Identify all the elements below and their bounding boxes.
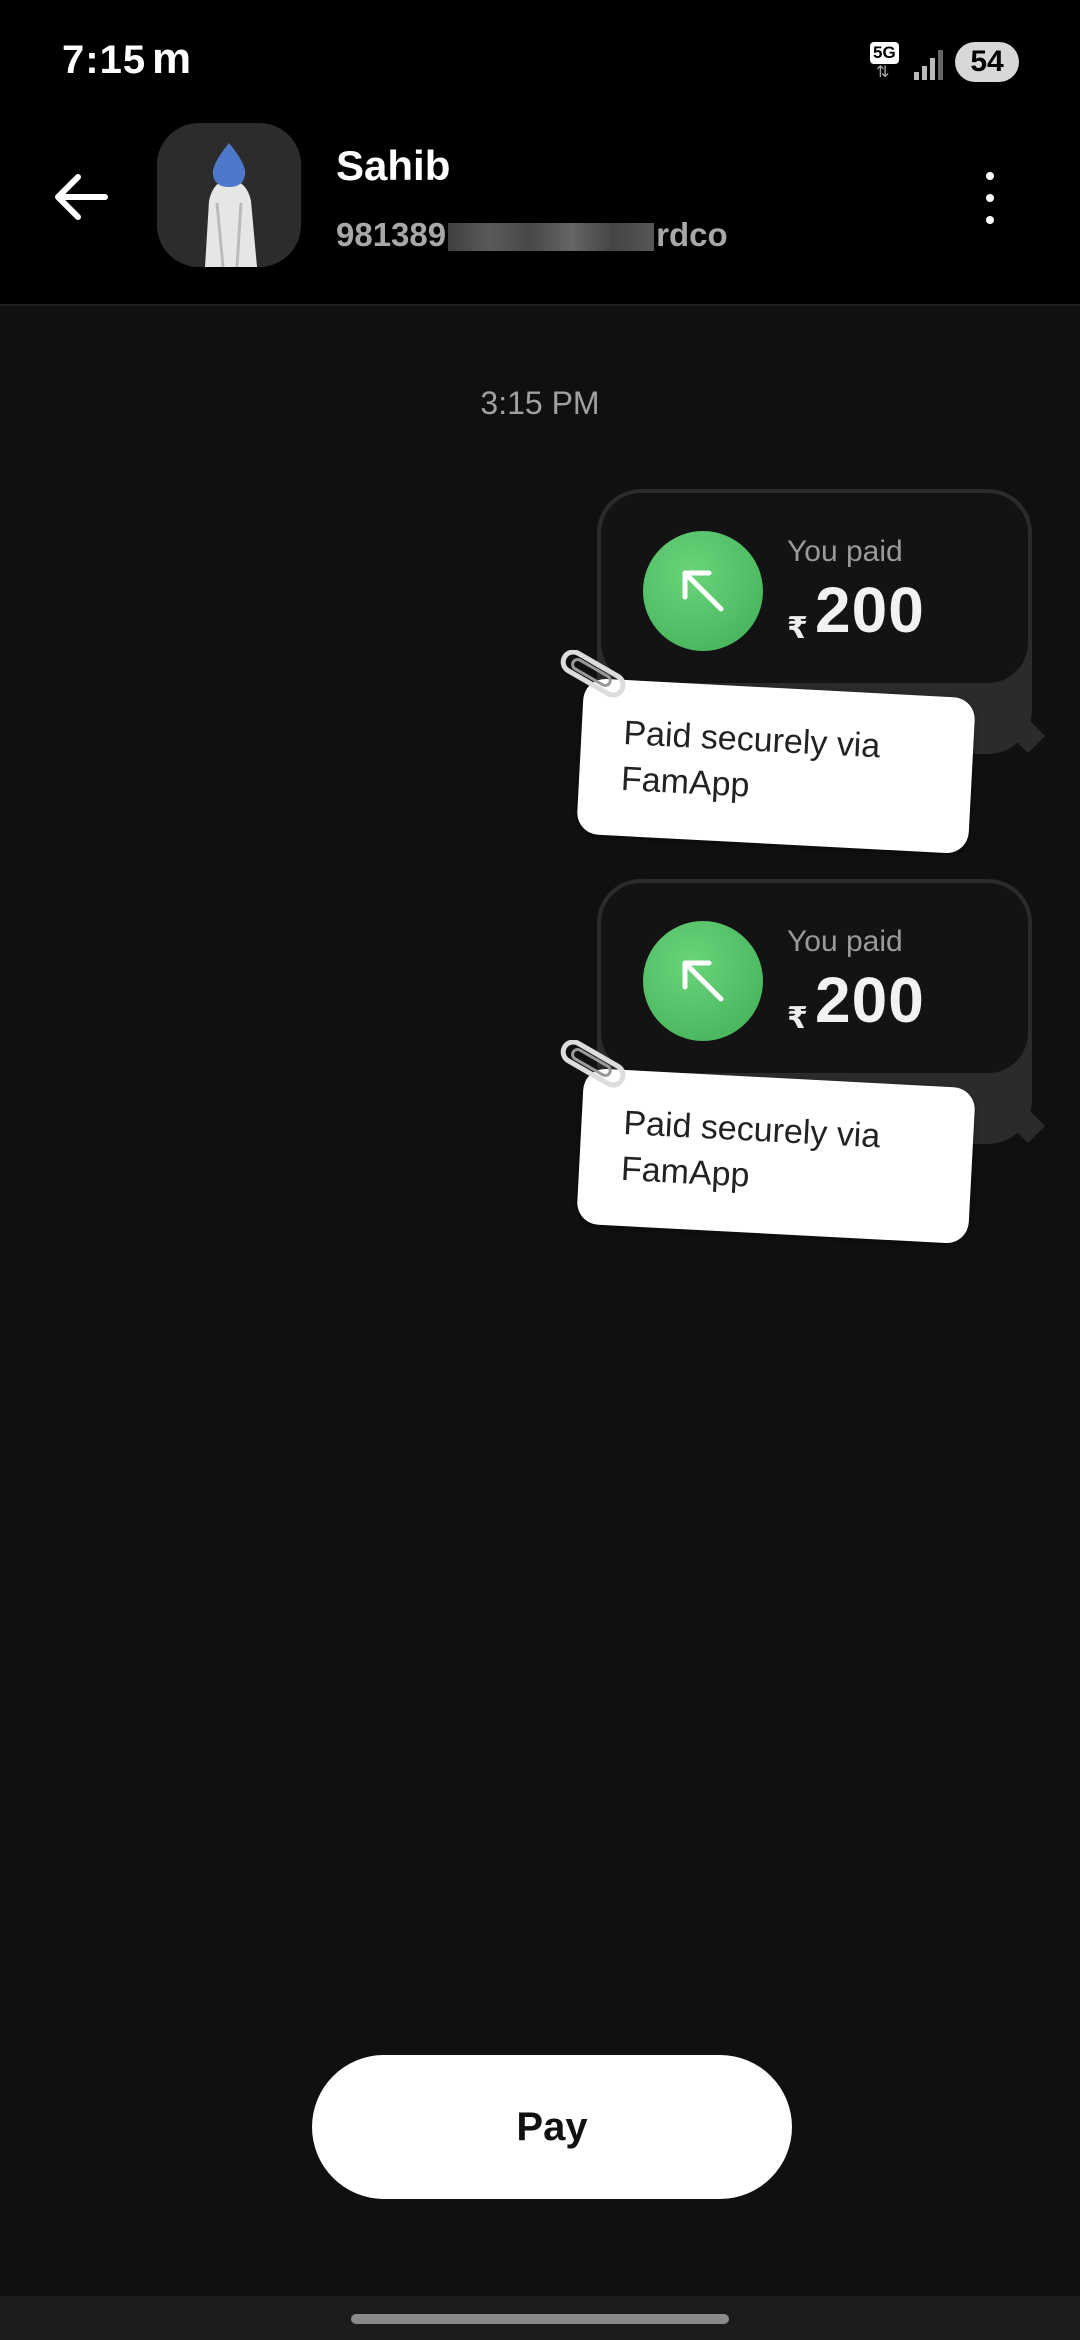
- paperclip-icon: [554, 1039, 634, 1100]
- home-indicator[interactable]: [351, 2314, 729, 2324]
- chat-header: Sahib 981389 rdco: [0, 120, 1080, 306]
- back-arrow-icon[interactable]: [50, 172, 110, 222]
- contact-id-suffix: rdco: [656, 216, 728, 253]
- contact-id: 981389 rdco: [336, 216, 728, 254]
- network-icon: 5G ⇅: [870, 42, 908, 82]
- payment-amount: 200: [815, 574, 925, 646]
- status-bar: 7:15 m 5G ⇅ 54: [0, 0, 1080, 120]
- payment-label: You paid: [787, 535, 903, 568]
- currency-symbol: ₹: [787, 612, 808, 645]
- paperclip-icon: [554, 649, 634, 710]
- contact-name: Sahib: [336, 142, 451, 189]
- chat-timestamp: 3:15 PM: [480, 385, 600, 421]
- battery-icon: 54: [955, 42, 1019, 82]
- avatar[interactable]: [157, 123, 301, 267]
- redacted-block: [448, 223, 655, 252]
- payment-direction-icon: [643, 531, 763, 651]
- payment-direction-icon: [643, 921, 763, 1041]
- pay-button[interactable]: Pay: [312, 2055, 792, 2199]
- carrier-icon: m: [152, 34, 192, 83]
- currency-symbol: ₹: [787, 1002, 808, 1035]
- payment-note: Paid securely via FamApp: [576, 677, 976, 855]
- contact-id-prefix: 981389: [336, 216, 447, 253]
- payment-amount: 200: [815, 964, 925, 1036]
- note-text: Paid securely via FamApp: [620, 1104, 882, 1195]
- payment-note: Paid securely via FamApp: [576, 1067, 976, 1245]
- payment-label: You paid: [787, 925, 903, 958]
- bubble-tail: [1011, 1109, 1045, 1143]
- network-label: 5G: [870, 42, 899, 64]
- bubble-tail: [1011, 719, 1045, 753]
- signal-icon: [912, 48, 944, 80]
- note-text: Paid securely via FamApp: [620, 714, 882, 805]
- more-vertical-icon[interactable]: [975, 168, 1005, 228]
- status-time: 7:15: [62, 38, 147, 82]
